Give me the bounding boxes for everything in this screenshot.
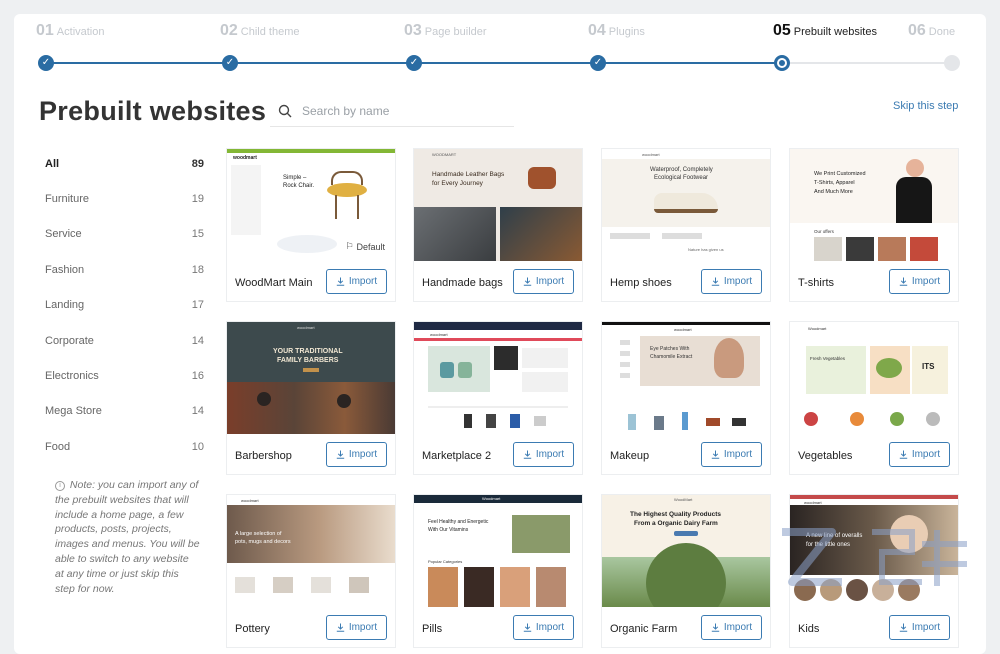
website-card-vegetables[interactable]: Woodmart Fresh Vegetables ITS Vegetables…	[789, 321, 959, 475]
download-icon	[523, 450, 532, 459]
flag-icon: ⚐	[345, 241, 354, 251]
website-card-handmade-bags[interactable]: WOODMART Handmade Leather Bags for Every…	[413, 148, 583, 302]
import-note: i Note: you can import any of the prebui…	[55, 479, 200, 595]
website-preview: woodmart	[414, 322, 582, 434]
info-icon: i	[55, 481, 65, 491]
search-box[interactable]	[270, 96, 514, 127]
step-5[interactable]: 05 Prebuilt websites	[773, 22, 877, 40]
website-card-pottery[interactable]: woodmart A large selection of pots, mugs…	[226, 494, 396, 648]
website-preview: woodmart Waterproof, Completely Ecologic…	[602, 149, 770, 261]
step-future-dot	[944, 55, 960, 71]
step-done-check-icon: ✓	[590, 55, 606, 71]
website-name: T-shirts	[798, 277, 835, 289]
skip-step-link[interactable]: Skip this step	[893, 100, 958, 112]
step-done-check-icon: ✓	[222, 55, 238, 71]
step-1[interactable]: 01 Activation	[36, 22, 105, 40]
website-preview: We Print Customized T-Shirts, Apparel An…	[790, 149, 958, 261]
website-card-marketplace-2[interactable]: woodmart Marketplace 2 Import	[413, 321, 583, 475]
import-button[interactable]: Import	[513, 615, 574, 640]
category-fashion[interactable]: Fashion 18	[34, 252, 214, 287]
website-name: Vegetables	[798, 450, 853, 462]
download-icon	[336, 277, 345, 286]
download-icon	[336, 450, 345, 459]
step-3[interactable]: 03 Page builder	[404, 22, 487, 40]
website-preview: woodmart Eye Patches With Chamomile Extr…	[602, 322, 770, 434]
import-button[interactable]: Import	[326, 269, 387, 294]
website-card-makeup[interactable]: woodmart Eye Patches With Chamomile Extr…	[601, 321, 771, 475]
download-icon	[899, 277, 908, 286]
import-button[interactable]: Import	[326, 442, 387, 467]
step-done-check-icon: ✓	[406, 55, 422, 71]
step-4[interactable]: 04 Plugins	[588, 22, 645, 40]
category-electronics[interactable]: Electronics 16	[34, 358, 214, 393]
website-preview: WOODMART Handmade Leather Bags for Every…	[414, 149, 582, 261]
website-card-woodmart-main[interactable]: woodmart Simple – Rock Chair. ⚐ Default W…	[226, 148, 396, 302]
website-name: Pottery	[235, 623, 270, 635]
step-6: 06 Done	[908, 22, 956, 39]
website-name: Organic Farm	[610, 623, 678, 635]
import-button[interactable]: Import	[889, 442, 950, 467]
category-service[interactable]: Service 15	[34, 217, 214, 252]
website-name: Hemp shoes	[610, 277, 672, 289]
step-done-check-icon: ✓	[38, 55, 54, 71]
website-name: Kids	[798, 623, 820, 635]
website-card-barbershop[interactable]: woodmart YOUR TRADITIONAL FAMILY BARBERS…	[226, 321, 396, 475]
category-furniture[interactable]: Furniture 19	[34, 181, 214, 216]
step-current-dot	[774, 55, 790, 71]
setup-stepper: 01 Activation 02 Child theme 03 Page builde…	[22, 22, 960, 71]
download-icon	[711, 450, 720, 459]
import-button[interactable]: Import	[513, 442, 574, 467]
website-name: Marketplace 2	[422, 450, 492, 462]
import-button[interactable]: Import	[701, 269, 762, 294]
website-card-hemp-shoes[interactable]: woodmart Waterproof, Completely Ecologic…	[601, 148, 771, 302]
search-icon	[278, 104, 292, 118]
website-card-pills[interactable]: Woodmart Feel Healthy and Energetic With…	[413, 494, 583, 648]
import-button[interactable]: Import	[326, 615, 387, 640]
website-preview: woodmart YOUR TRADITIONAL FAMILY BARBERS	[227, 322, 395, 434]
download-icon	[899, 450, 908, 459]
import-button[interactable]: Import	[701, 615, 762, 640]
website-name: Handmade bags	[422, 277, 503, 289]
category-corporate[interactable]: Corporate 14	[34, 323, 214, 358]
import-button[interactable]: Import	[513, 269, 574, 294]
default-badge: ⚐ Default	[341, 239, 389, 254]
category-mega-store[interactable]: Mega Store 14	[34, 394, 214, 429]
website-name: Barbershop	[235, 450, 292, 462]
website-preview: woodmart A large selection of pots, mugs…	[227, 495, 395, 607]
category-all[interactable]: All 89	[34, 146, 214, 181]
category-landing[interactable]: Landing 17	[34, 288, 214, 323]
website-card-organic-farm[interactable]: WoodMart The Highest Quality Products Fr…	[601, 494, 771, 648]
category-list: All 89 Furniture 19 Service 15 Fashion 18 La…	[34, 146, 214, 465]
step-2[interactable]: 02 Child theme	[220, 22, 300, 40]
import-button[interactable]: Import	[889, 615, 950, 640]
category-food[interactable]: Food 10	[34, 429, 214, 464]
website-preview: Woodmart Fresh Vegetables ITS	[790, 322, 958, 434]
page-title: Prebuilt websites	[39, 96, 267, 126]
import-button[interactable]: Import	[889, 269, 950, 294]
website-preview: Woodmart Feel Healthy and Energetic With…	[414, 495, 582, 607]
website-name: Makeup	[610, 450, 650, 462]
download-icon	[711, 277, 720, 286]
progress-track-remaining	[782, 62, 952, 64]
website-name: Pills	[422, 623, 443, 635]
website-card-t-shirts[interactable]: We Print Customized T-Shirts, Apparel An…	[789, 148, 959, 302]
watermark-logo	[782, 528, 967, 586]
website-preview: WoodMart The Highest Quality Products Fr…	[602, 495, 770, 607]
search-input[interactable]	[302, 104, 502, 118]
download-icon	[523, 277, 532, 286]
import-button[interactable]: Import	[701, 442, 762, 467]
website-name: WoodMart Main	[235, 277, 313, 289]
